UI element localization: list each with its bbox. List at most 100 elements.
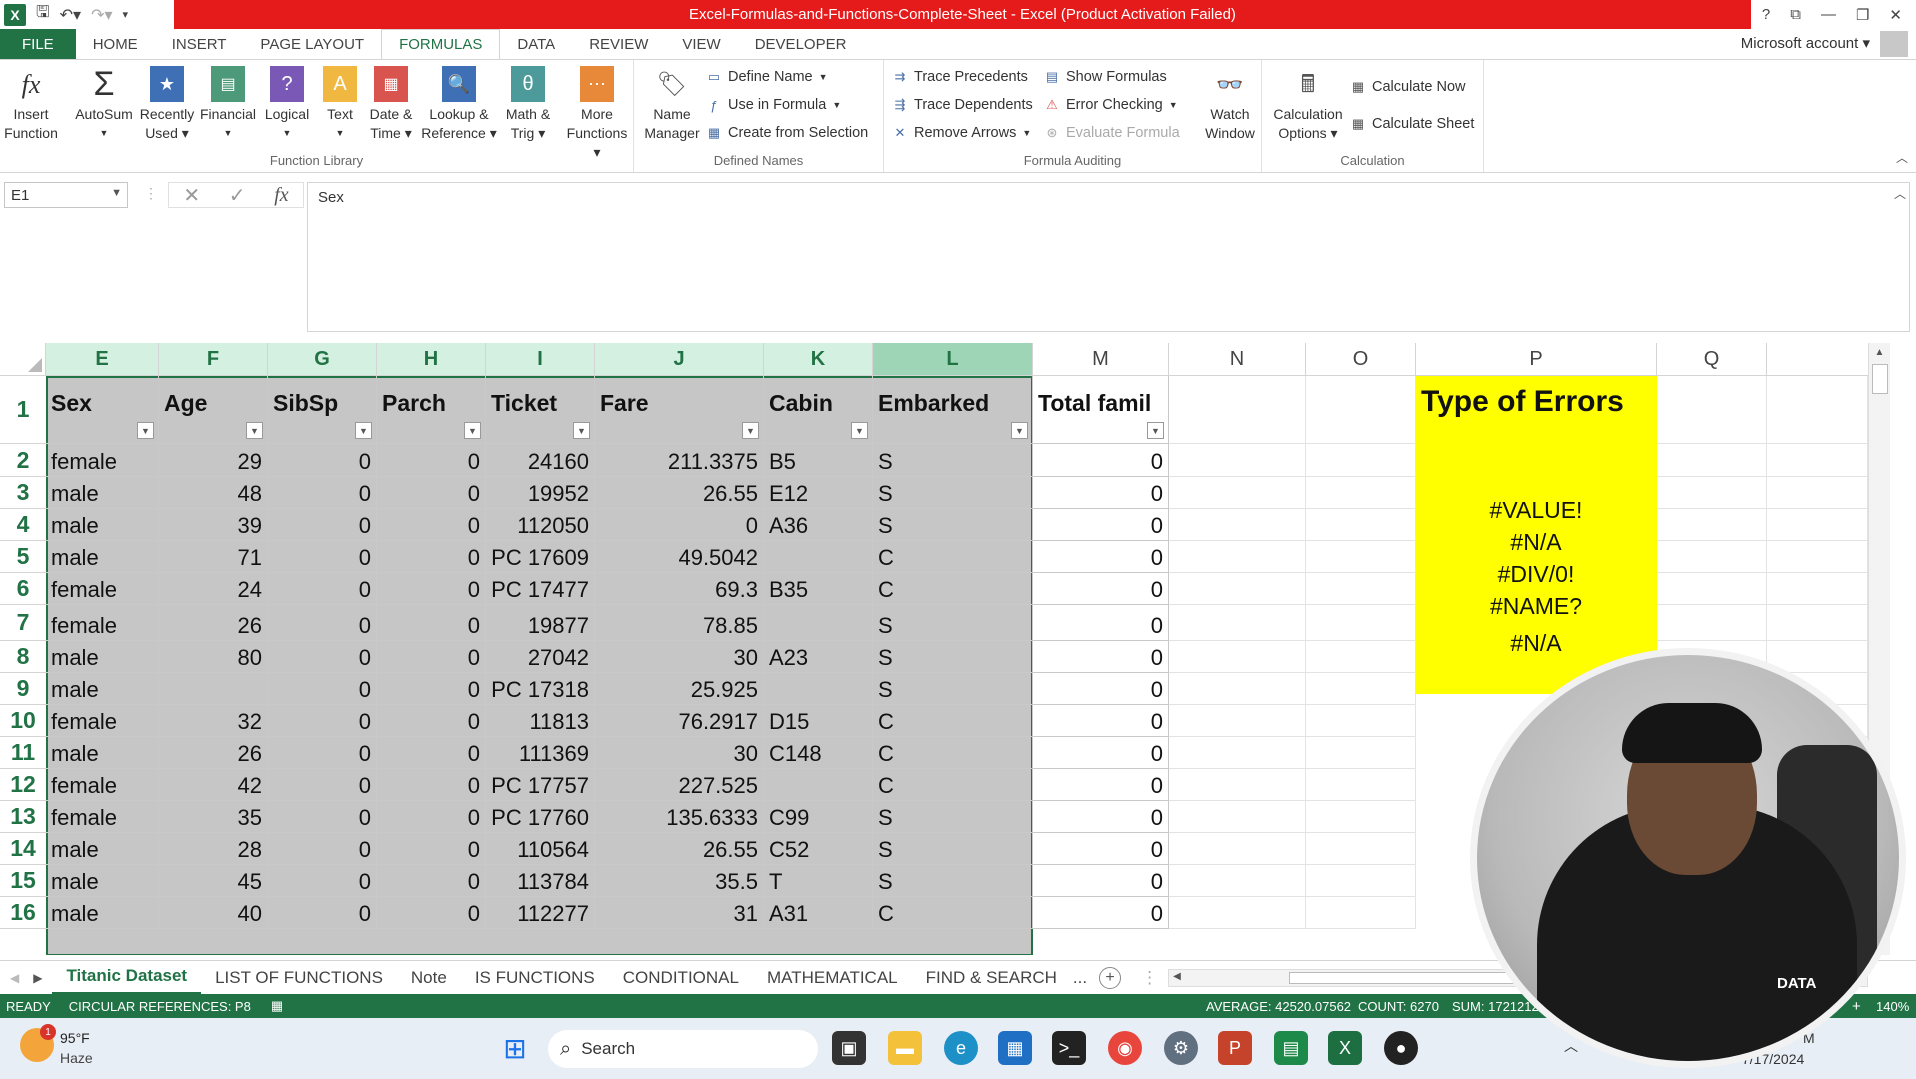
empty-cell[interactable] <box>1306 833 1416 865</box>
tab-data[interactable]: DATA <box>500 29 572 59</box>
cell-total-family[interactable]: 0 <box>1033 737 1169 769</box>
help-icon[interactable]: ? <box>1762 6 1770 23</box>
tab-review[interactable]: REVIEW <box>572 29 665 59</box>
define-name-button[interactable]: ▭ Define Name ▼ <box>706 65 828 89</box>
error-checking-button[interactable]: ⚠ Error Checking ▼ <box>1044 93 1177 117</box>
macro-record-icon[interactable]: ▦ <box>271 998 283 1014</box>
scroll-left-icon[interactable]: ◀ <box>1173 971 1181 982</box>
cell-cabin[interactable]: T <box>764 865 873 897</box>
prev-sheet-icon[interactable]: ◀ <box>0 971 29 985</box>
cell-parch[interactable]: 0 <box>377 509 486 541</box>
cell-total-family[interactable]: 0 <box>1033 541 1169 573</box>
row-header[interactable]: 12 <box>0 769 46 801</box>
cell-parch[interactable]: 0 <box>377 801 486 833</box>
empty-cell[interactable] <box>1169 737 1306 769</box>
record-app-icon[interactable]: ● <box>1384 1031 1418 1065</box>
col-header-q[interactable]: Q <box>1657 343 1767 376</box>
calculation-options-button[interactable]: 🖩 Calculation Options ▾ <box>1268 66 1348 143</box>
cell-sex[interactable]: male <box>46 865 159 897</box>
save-icon[interactable]: 🖫 <box>36 1 50 28</box>
next-sheet-icon[interactable]: ▶ <box>29 971 52 985</box>
cell-embarked[interactable]: C <box>873 769 1033 801</box>
cell-parch[interactable]: 0 <box>377 573 486 605</box>
trace-precedents-button[interactable]: ⇉ Trace Precedents <box>892 65 1028 89</box>
taskbar-search[interactable]: ⌕ Search <box>548 1030 818 1068</box>
cell-age[interactable]: 71 <box>159 541 268 573</box>
filter-dropdown-icon[interactable]: ▼ <box>742 422 759 439</box>
cell-age[interactable]: 45 <box>159 865 268 897</box>
create-from-selection-button[interactable]: ▦ Create from Selection <box>706 121 868 145</box>
recently-used-button[interactable]: ★ Recently Used ▾ <box>138 66 196 143</box>
cell-sibsp[interactable]: 0 <box>268 509 377 541</box>
cell-age[interactable]: 80 <box>159 641 268 673</box>
cell-sex[interactable]: female <box>46 444 159 477</box>
tab-mathematical[interactable]: MATHEMATICAL <box>753 961 912 995</box>
cell-embarked[interactable]: C <box>873 541 1033 573</box>
filter-dropdown-icon[interactable]: ▼ <box>355 422 372 439</box>
row-header[interactable]: 3 <box>0 477 46 509</box>
filter-dropdown-icon[interactable]: ▼ <box>246 422 263 439</box>
cell-sex[interactable]: female <box>46 801 159 833</box>
filter-dropdown-icon[interactable]: ▼ <box>851 422 868 439</box>
cell-ticket[interactable]: 11813 <box>486 705 595 737</box>
cell-ticket[interactable]: PC 17760 <box>486 801 595 833</box>
filter-dropdown-icon[interactable]: ▼ <box>1147 422 1164 439</box>
collapse-formula-bar-icon[interactable]: ︿ <box>1894 185 1906 202</box>
cell-total-family[interactable]: 0 <box>1033 705 1169 737</box>
cell-embarked[interactable]: S <box>873 801 1033 833</box>
empty-cell[interactable] <box>1169 541 1306 573</box>
edge-icon[interactable]: e <box>944 1031 978 1065</box>
cell-total-family[interactable]: 0 <box>1033 673 1169 705</box>
empty-cell[interactable] <box>1767 605 1868 641</box>
empty-cell[interactable] <box>1306 801 1416 833</box>
scroll-thumb[interactable] <box>1871 364 1888 394</box>
empty-cell[interactable] <box>1169 509 1306 541</box>
row-header[interactable]: 4 <box>0 509 46 541</box>
cell-cabin[interactable]: C99 <box>764 801 873 833</box>
cell-sibsp[interactable]: 0 <box>268 477 377 509</box>
filter-dropdown-icon[interactable]: ▼ <box>573 422 590 439</box>
cell-embarked[interactable]: C <box>873 573 1033 605</box>
empty-cell[interactable] <box>1767 541 1868 573</box>
cell-ticket[interactable]: PC 17757 <box>486 769 595 801</box>
row-header[interactable]: 8 <box>0 641 46 673</box>
cell-embarked[interactable]: C <box>873 897 1033 929</box>
cell-parch[interactable]: 0 <box>377 444 486 477</box>
cell-age[interactable]: 39 <box>159 509 268 541</box>
cell-parch[interactable]: 0 <box>377 605 486 641</box>
cell-fare[interactable]: 30 <box>595 641 764 673</box>
cell-ticket[interactable]: PC 17318 <box>486 673 595 705</box>
cell-sibsp[interactable]: 0 <box>268 833 377 865</box>
cell-cabin[interactable] <box>764 769 873 801</box>
autosum-button[interactable]: Σ AutoSum ▼ <box>72 66 136 143</box>
calculate-now-button[interactable]: ▦ Calculate Now <box>1350 75 1466 99</box>
tab-page-layout[interactable]: PAGE LAYOUT <box>243 29 381 59</box>
cell-embarked[interactable]: C <box>873 737 1033 769</box>
account-label[interactable]: Microsoft account ▾ <box>1741 34 1870 52</box>
cell-fare[interactable]: 227.525 <box>595 769 764 801</box>
cell-sibsp[interactable]: 0 <box>268 673 377 705</box>
cell-cabin[interactable]: A36 <box>764 509 873 541</box>
cell-ticket[interactable]: 112050 <box>486 509 595 541</box>
cell-sibsp[interactable]: 0 <box>268 573 377 605</box>
customize-qat-icon[interactable]: ▾ <box>123 8 129 21</box>
empty-cell[interactable] <box>1657 605 1767 641</box>
empty-cell[interactable] <box>1306 509 1416 541</box>
date-time-button[interactable]: ▦ Date & Time ▾ <box>364 66 418 143</box>
cell-total-family[interactable]: 0 <box>1033 605 1169 641</box>
tab-view[interactable]: VIEW <box>665 29 737 59</box>
show-formulas-button[interactable]: ▤ Show Formulas <box>1044 65 1167 89</box>
sheets-icon[interactable]: ▤ <box>1274 1031 1308 1065</box>
cell-fare[interactable]: 30 <box>595 737 764 769</box>
cell-sibsp[interactable]: 0 <box>268 641 377 673</box>
cell-parch[interactable]: 0 <box>377 769 486 801</box>
tab-splitter-icon[interactable]: ⋮ <box>1141 968 1158 988</box>
empty-cell[interactable] <box>1169 769 1306 801</box>
cell-total-family[interactable]: 0 <box>1033 641 1169 673</box>
empty-cell[interactable] <box>1306 865 1416 897</box>
cell-fare[interactable]: 135.6333 <box>595 801 764 833</box>
cell-fare[interactable]: 69.3 <box>595 573 764 605</box>
cell-parch[interactable]: 0 <box>377 477 486 509</box>
cell-embarked[interactable]: S <box>873 509 1033 541</box>
empty-cell[interactable] <box>1657 444 1767 477</box>
